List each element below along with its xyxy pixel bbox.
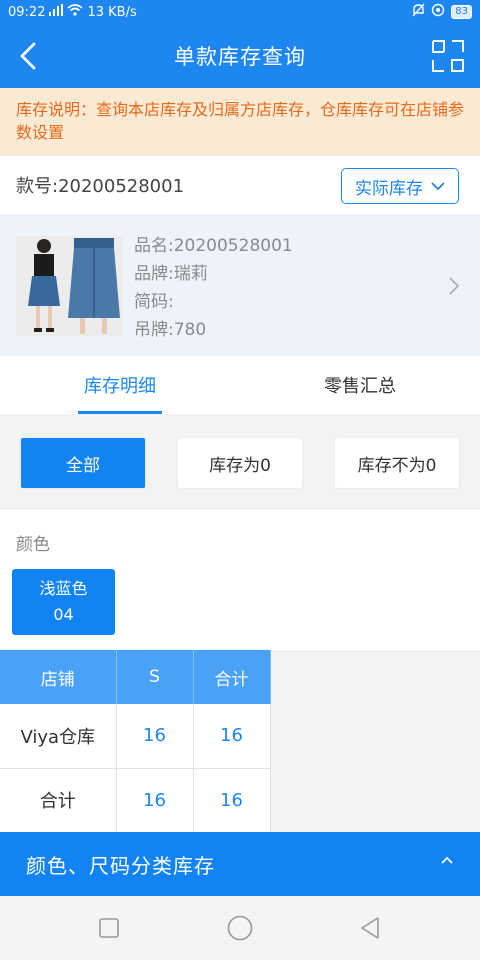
table-row: 合计 16 16 [0,768,271,833]
style-number-row: 款号:20200528001 实际库存 [0,156,480,214]
table-cell-size-s[interactable]: 16 [116,704,194,769]
stock-table: 店铺 S 合计 Viya仓库 16 16 合计 16 16 [0,650,271,833]
chevron-down-icon [431,182,445,191]
filter-nonzero-stock-button[interactable]: 库存不为0 [335,438,459,488]
table-cell-total[interactable]: 16 [193,768,271,833]
net-speed: 13 KB/s [87,4,137,20]
table-cell-size-s[interactable]: 16 [116,768,194,833]
tab-stock-detail[interactable]: 库存明细 [0,356,240,414]
stock-type-dropdown[interactable]: 实际库存 [341,168,459,204]
filter-area: 全部 库存为0 库存不为0 [0,414,480,510]
back-button[interactable] [8,34,48,78]
square-icon [99,918,119,938]
system-navigation-bar [0,896,480,960]
recent-apps-button[interactable] [99,918,119,942]
back-nav-button[interactable] [359,916,381,944]
product-image [16,236,123,336]
circle-icon [227,915,253,941]
filter-all-button[interactable]: 全部 [21,438,145,488]
battery-indicator: 83 [451,5,472,19]
stock-table-area: 店铺 S 合计 Viya仓库 16 16 合计 16 16 [0,650,480,833]
scan-button[interactable] [430,38,466,74]
product-card[interactable]: 品名:20200528001 品牌:瑞莉 简码: 吊牌:780 [0,214,480,356]
table-cell-store: 合计 [0,768,117,833]
color-chip-selected[interactable]: 浅蓝色 04 [12,569,115,635]
product-short-code: 简码: [134,292,174,312]
chevron-left-icon [20,42,36,70]
status-time: 09:22 [8,4,46,20]
chevron-up-icon [441,856,453,864]
wifi-icon [67,4,83,20]
top-navigation-bar: 单款库存查询 [0,24,480,88]
style-number-label: 款号:20200528001 [16,176,185,197]
scan-icon [432,40,464,72]
filter-zero-stock-button[interactable]: 库存为0 [178,438,302,488]
product-info: 品名:20200528001 品牌:瑞莉 简码: 吊牌:780 [134,232,293,344]
table-cell-total[interactable]: 16 [193,704,271,769]
category-stock-label: 颜色、尺码分类库存 [26,853,215,878]
chevron-right-icon [449,277,460,295]
category-stock-bar[interactable]: 颜色、尺码分类库存 [0,832,480,896]
triangle-back-icon [361,917,379,939]
color-chip-code: 04 [53,605,74,624]
product-brand: 品牌:瑞莉 [134,264,208,284]
column-header-size-s: S [116,650,194,704]
stock-type-value: 实际库存 [355,178,423,199]
signal-icon [49,4,64,20]
stock-notice: 库存说明：查询本店库存及归属方店库存，仓库库存可在店铺参数设置 [0,88,480,156]
status-bar: 09:22 13 KB/s 83 [0,0,480,24]
product-tag-price: 吊牌:780 [134,320,207,340]
table-header-row: 店铺 S 合计 [0,650,271,704]
table-row: Viya仓库 16 16 [0,704,271,769]
mute-bell-icon [412,3,425,21]
page-title: 单款库存查询 [174,45,306,69]
color-label: 颜色 [16,535,50,555]
product-name: 品名:20200528001 [134,236,293,256]
color-section: 颜色 浅蓝色 04 [0,510,480,650]
alarm-icon [431,3,445,21]
color-chip-name: 浅蓝色 [39,579,88,598]
column-header-store: 店铺 [0,650,117,704]
table-cell-store: Viya仓库 [0,704,117,769]
tab-retail-summary[interactable]: 零售汇总 [240,356,480,414]
home-button[interactable] [227,915,253,945]
tab-bar: 库存明细 零售汇总 [0,356,480,414]
column-header-total: 合计 [193,650,271,704]
